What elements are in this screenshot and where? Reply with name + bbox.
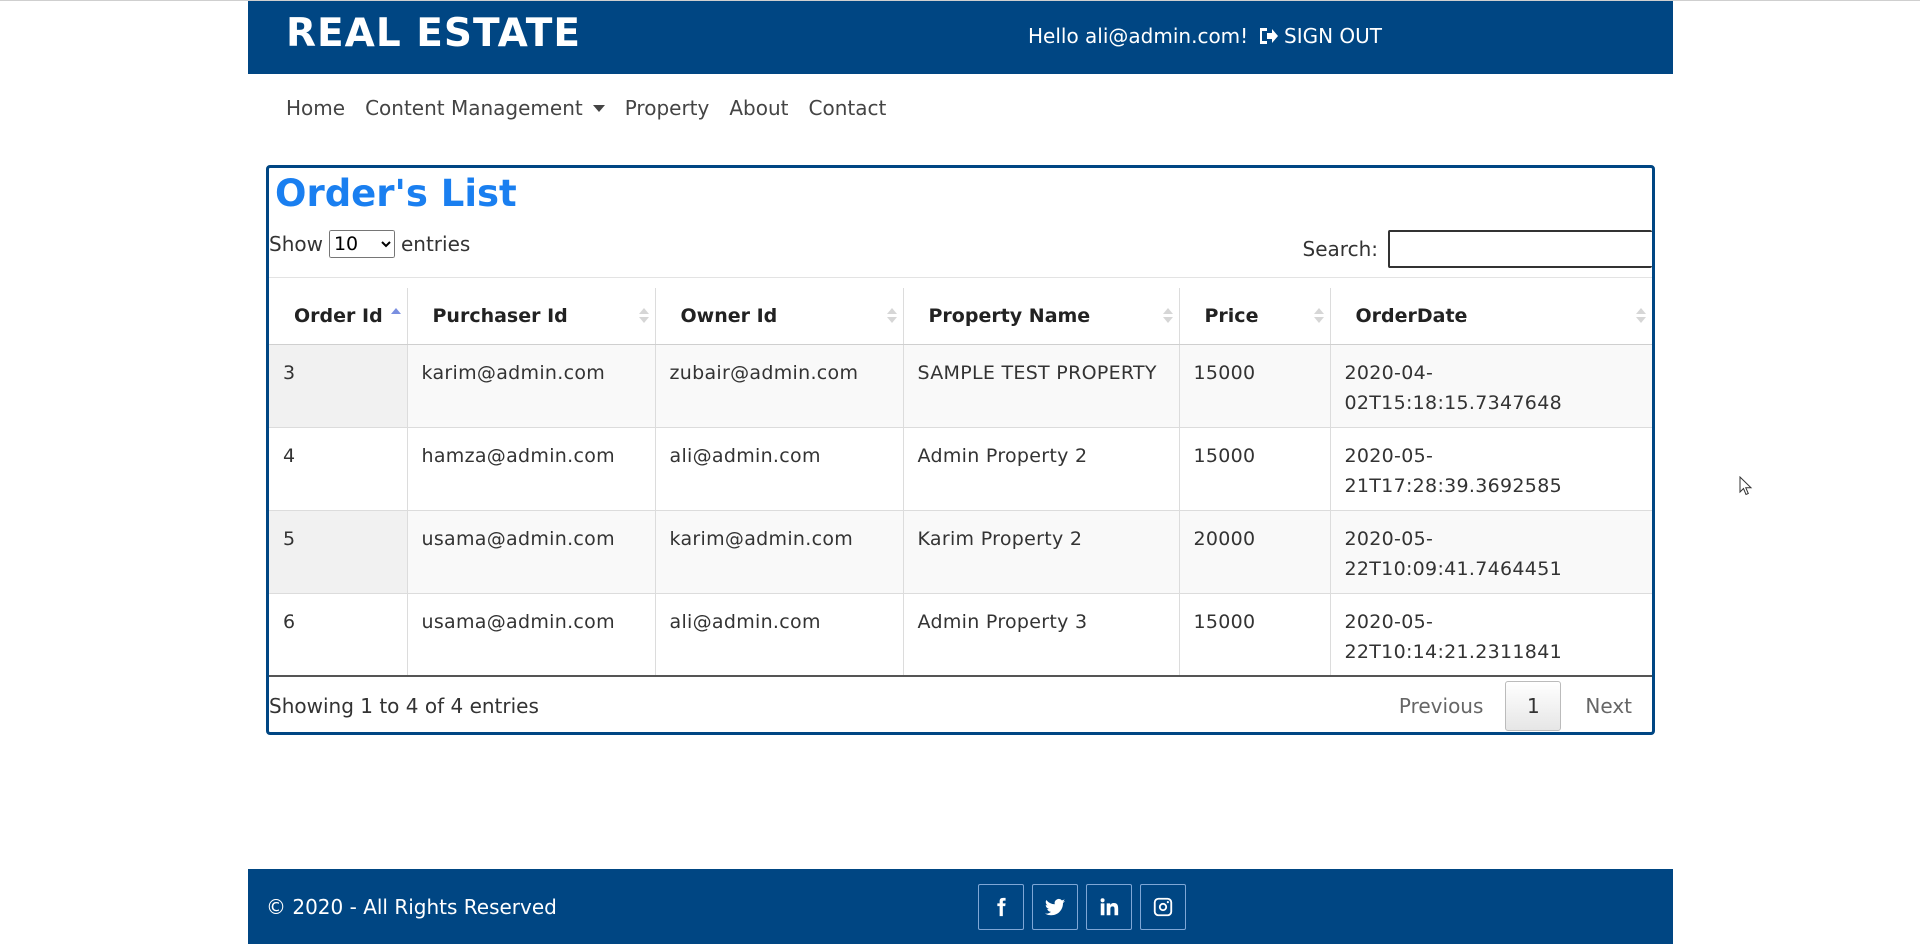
nav-property[interactable]: Property (625, 92, 710, 124)
pagination: Previous 1 Next (1399, 681, 1632, 731)
site-brand[interactable]: REAL ESTATE (286, 11, 581, 56)
instagram-link[interactable] (1140, 884, 1186, 930)
nav-property-label: Property (624, 96, 710, 120)
column-header-price[interactable]: Price (1179, 288, 1331, 345)
table-header-row: Order Id Purchaser Id Owner Id Property … (269, 288, 1652, 345)
cell-owner-id: zubair@admin.com (655, 343, 904, 427)
table-row: 4 hamza@admin.com ali@admin.com Admin Pr… (269, 426, 1652, 510)
table-row: 6 usama@admin.com ali@admin.com Admin Pr… (269, 592, 1652, 677)
column-header-owner-id[interactable]: Owner Id (655, 288, 904, 345)
nav-about[interactable]: About (729, 92, 788, 124)
mouse-cursor-icon (1739, 476, 1753, 496)
cell-price: 20000 (1179, 509, 1331, 593)
greeting-text: Hello ali@admin.com! (1028, 24, 1249, 48)
table-row: 3 karim@admin.com zubair@admin.com SAMPL… (269, 343, 1652, 427)
linkedin-icon (1100, 898, 1119, 916)
cell-purchaser-id: usama@admin.com (407, 509, 656, 593)
cell-purchaser-id: usama@admin.com (407, 592, 656, 677)
entries-label: entries (400, 232, 471, 256)
table-info: Showing 1 to 4 of 4 entries (269, 694, 539, 718)
site-header: REAL ESTATE Hello ali@admin.com! SIGN OU… (248, 1, 1673, 74)
search-input[interactable] (1388, 230, 1652, 268)
table-row: 5 usama@admin.com karim@admin.com Karim … (269, 509, 1652, 593)
linkedin-link[interactable] (1086, 884, 1132, 930)
cell-property-name: Karim Property 2 (903, 509, 1180, 593)
next-page-button[interactable]: Next (1585, 694, 1632, 718)
column-header-property-name[interactable]: Property Name (903, 288, 1180, 345)
twitter-icon (1044, 899, 1066, 916)
column-label: OrderDate (1355, 304, 1468, 327)
cell-purchaser-id: hamza@admin.com (407, 426, 656, 510)
sort-icon (638, 308, 649, 324)
cell-property-name: Admin Property 3 (903, 592, 1180, 677)
nav-home-label: Home (286, 96, 346, 120)
cell-owner-id: ali@admin.com (655, 426, 904, 510)
cell-price: 15000 (1179, 426, 1331, 510)
cell-order-id: 3 (269, 343, 408, 427)
sort-asc-icon (390, 308, 401, 324)
nav-about-label: About (729, 96, 789, 120)
caret-down-icon (592, 104, 605, 112)
cell-order-date: 2020-05-22T10:09:41.7464451 (1330, 509, 1652, 593)
instagram-icon (1153, 897, 1173, 917)
column-header-order-id[interactable]: Order Id (269, 288, 408, 345)
sign-out-label: SIGN OUT (1284, 24, 1383, 48)
main-nav: Home Content Management Property About C… (248, 92, 1673, 132)
twitter-link[interactable] (1032, 884, 1078, 930)
nav-contact-label: Contact (808, 96, 887, 120)
cell-property-name: Admin Property 2 (903, 426, 1180, 510)
cell-price: 15000 (1179, 343, 1331, 427)
column-label: Price (1204, 304, 1259, 327)
cell-order-date: 2020-05-22T10:14:21.2311841 (1330, 592, 1652, 677)
entries-length-control: Show 10 entries (269, 230, 470, 258)
divider (269, 277, 1652, 278)
column-label: Owner Id (680, 304, 778, 327)
facebook-link[interactable] (978, 884, 1024, 930)
column-label: Order Id (294, 304, 383, 327)
site-footer: © 2020 - All Rights Reserved (248, 869, 1673, 944)
table-search: Search: (1303, 230, 1652, 268)
facebook-icon (997, 897, 1006, 917)
sign-out-icon (1260, 28, 1278, 44)
cell-owner-id: karim@admin.com (655, 509, 904, 593)
orders-table: Order Id Purchaser Id Owner Id Property … (269, 288, 1652, 677)
sort-icon (1636, 308, 1646, 324)
show-label: Show (269, 232, 323, 256)
page-title: Order's List (275, 172, 517, 215)
nav-content-management-label: Content Management (365, 96, 583, 120)
sort-icon (1313, 308, 1324, 324)
cell-order-id: 6 (269, 592, 408, 677)
search-label: Search: (1302, 237, 1378, 261)
column-label: Property Name (928, 304, 1091, 327)
cell-property-name: SAMPLE TEST PROPERTY (903, 343, 1180, 427)
nav-content-management[interactable]: Content Management (365, 92, 605, 124)
column-label: Purchaser Id (432, 304, 568, 327)
nav-contact[interactable]: Contact (809, 92, 887, 124)
cell-order-date: 2020-05-21T17:28:39.3692585 (1330, 426, 1652, 510)
page-1-button[interactable]: 1 (1505, 681, 1562, 731)
column-header-purchaser-id[interactable]: Purchaser Id (407, 288, 656, 345)
orders-card: Order's List Show 10 entries Search: Ord… (266, 165, 1655, 735)
cell-purchaser-id: karim@admin.com (407, 343, 656, 427)
sort-icon (886, 308, 897, 324)
cell-owner-id: ali@admin.com (655, 592, 904, 677)
sort-icon (1162, 308, 1173, 324)
social-links (978, 884, 1194, 930)
cell-price: 15000 (1179, 592, 1331, 677)
page-size-select[interactable]: 10 (328, 230, 395, 258)
sign-out-link[interactable]: SIGN OUT (1258, 24, 1382, 48)
copyright-text: © 2020 - All Rights Reserved (266, 895, 557, 919)
cell-order-id: 4 (269, 426, 408, 510)
column-header-order-date[interactable]: OrderDate (1330, 288, 1652, 345)
cell-order-id: 5 (269, 509, 408, 593)
nav-home[interactable]: Home (286, 92, 345, 124)
previous-page-button[interactable]: Previous (1399, 694, 1484, 718)
cell-order-date: 2020-04-02T15:18:15.7347648 (1330, 343, 1652, 427)
